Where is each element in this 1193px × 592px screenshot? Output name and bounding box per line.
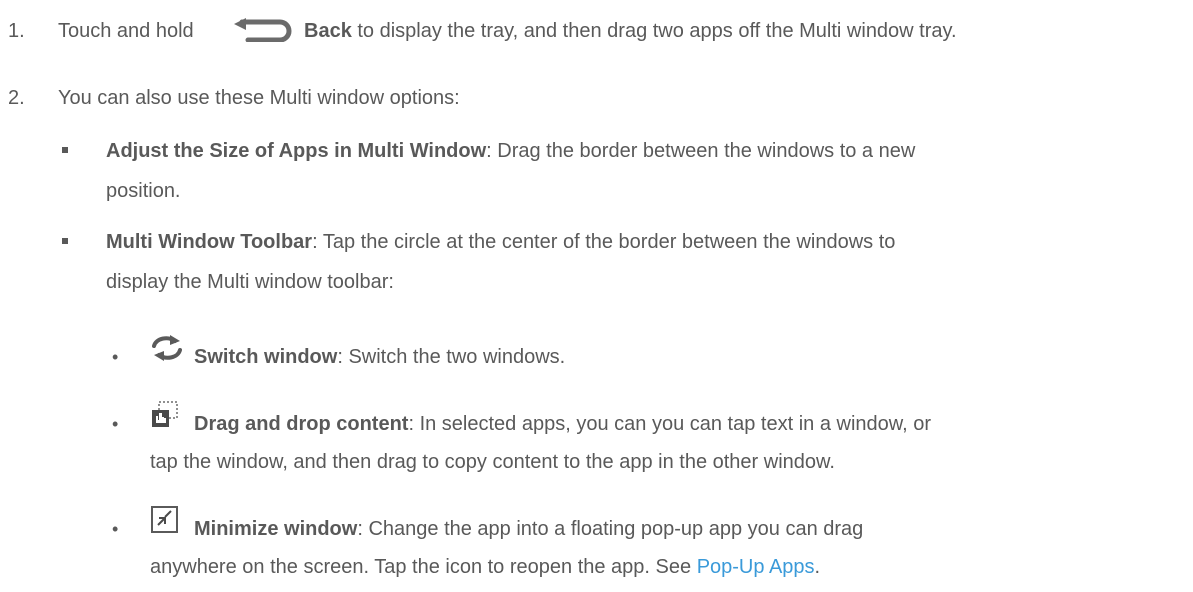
- toolbar-item-text-cont: anywhere on the screen. Tap the icon to …: [150, 555, 820, 579]
- option-desc: : Drag the border between the windows to…: [486, 140, 916, 162]
- toolbar-item-title: Minimize window: [194, 518, 358, 540]
- toolbar-item-text: Switch window: Switch the two windows.: [194, 345, 565, 369]
- back-label: Back: [304, 20, 352, 42]
- option-desc: : Tap the circle at the center of the bo…: [312, 231, 896, 253]
- toolbar-item-text-cont: tap the window, and then drag to copy co…: [150, 451, 835, 473]
- minimize-window-icon: [151, 506, 178, 533]
- square-bullet: [62, 147, 68, 153]
- step-text: You can also use these Multi window opti…: [58, 87, 460, 109]
- option-text: Adjust the Size of Apps in Multi Window:…: [106, 139, 915, 163]
- option-title: Adjust the Size of Apps in Multi Window: [106, 140, 487, 162]
- step-number: 1.: [8, 20, 25, 42]
- option-text-cont: display the Multi window toolbar:: [106, 271, 394, 293]
- dot-bullet: •: [112, 347, 119, 367]
- option-title: Multi Window Toolbar: [106, 231, 313, 253]
- square-bullet: [62, 238, 68, 244]
- back-arrow-icon: [234, 18, 292, 42]
- drag-and-drop-icon: [152, 401, 178, 427]
- toolbar-item-desc: : In selected apps, you can you can tap …: [408, 413, 931, 435]
- toolbar-item-desc: : Change the app into a floating pop-up …: [357, 518, 864, 540]
- toolbar-item-title: Switch window: [194, 346, 338, 368]
- switch-window-icon: [152, 335, 182, 361]
- toolbar-item-text: Drag and drop content: In selected apps,…: [194, 412, 931, 436]
- dot-bullet: •: [112, 414, 119, 434]
- toolbar-item-text-pre: anywhere on the screen. Tap the icon to …: [150, 556, 697, 578]
- toolbar-item-text-post: .: [814, 556, 821, 578]
- option-text-cont: position.: [106, 180, 181, 202]
- step-text-pre: Touch and hold: [58, 20, 194, 42]
- step-text-post: to display the tray, and then drag two a…: [357, 20, 957, 42]
- option-text: Multi Window Toolbar: Tap the circle at …: [106, 230, 895, 254]
- dot-bullet: •: [112, 519, 119, 539]
- toolbar-item-desc: : Switch the two windows.: [337, 346, 566, 368]
- step-text: Touch and hold: [58, 19, 194, 43]
- step-number: 2.: [8, 87, 25, 109]
- toolbar-item-text: Minimize window: Change the app into a f…: [194, 517, 863, 541]
- pop-up-apps-link[interactable]: Pop-Up Apps: [697, 556, 815, 578]
- toolbar-item-title: Drag and drop content: [194, 413, 409, 435]
